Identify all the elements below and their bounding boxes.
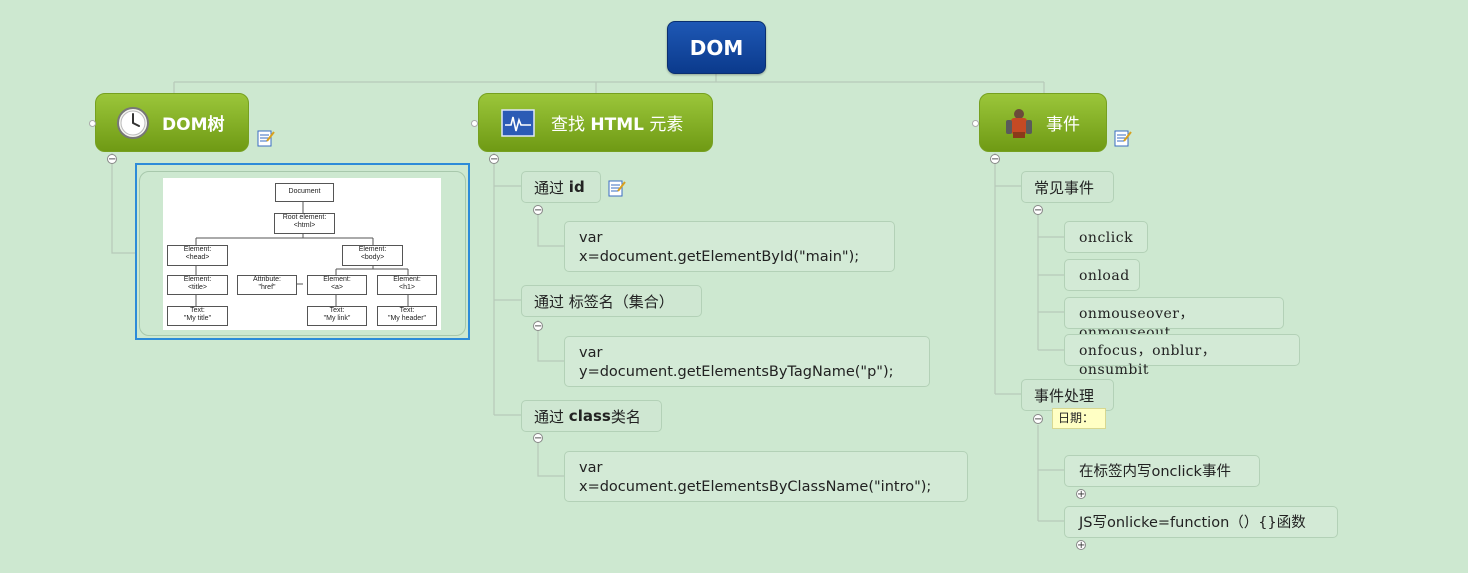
- branch-events[interactable]: 事件: [979, 93, 1107, 152]
- collapse-toggle[interactable]: −: [1033, 414, 1043, 425]
- collapse-toggle[interactable]: −: [533, 205, 543, 216]
- event-item[interactable]: onmouseover，onmouseout: [1064, 297, 1284, 341]
- branch-connector-dot: [972, 120, 979, 127]
- branch-connector-dot: [89, 120, 96, 127]
- dom-node-body: Element: <body>: [342, 245, 403, 266]
- branch-find-elements[interactable]: 查找 HTML 元素: [478, 93, 713, 152]
- dom-tree-image: Document Root element: <html> Element: <he…: [163, 178, 441, 330]
- collapse-toggle[interactable]: −: [1033, 205, 1043, 216]
- branch-connector-dot: [471, 120, 478, 127]
- dom-node-h1: Element: <h1>: [377, 275, 437, 295]
- event-item[interactable]: onfocus，onblur，onsumbit: [1064, 334, 1300, 378]
- dom-node-text-title: Text: "My title": [167, 306, 228, 326]
- branch-dom-tree-label: DOM树: [162, 115, 225, 135]
- note-icon[interactable]: [608, 179, 626, 197]
- dom-node-text-header: Text: "My header": [377, 306, 437, 326]
- date-note[interactable]: 日期：: [1052, 408, 1106, 429]
- branch-dom-tree[interactable]: DOM树: [95, 93, 249, 152]
- clock-icon: [116, 106, 150, 140]
- collapse-toggle[interactable]: −: [489, 154, 499, 165]
- dom-node-text-link: Text: "My link": [307, 306, 367, 326]
- code-get-by-id[interactable]: var x=document.getElementById("main");: [564, 221, 895, 272]
- dom-node-title: Element: <title>: [167, 275, 228, 295]
- find-by-class-name[interactable]: 通过 class 类名: [521, 400, 662, 432]
- root-node[interactable]: DOM: [667, 21, 766, 74]
- note-icon[interactable]: [257, 129, 275, 147]
- dom-node-head: Element: <head>: [167, 245, 228, 266]
- event-handling[interactable]: 事件处理: [1021, 379, 1114, 411]
- event-item[interactable]: onload: [1064, 259, 1140, 291]
- root-label: DOM: [689, 35, 744, 60]
- collapse-toggle[interactable]: −: [533, 321, 543, 332]
- branch-events-label: 事件: [1046, 115, 1080, 135]
- code-get-by-class-name[interactable]: var x=document.getElementsByClassName("in…: [564, 451, 968, 502]
- common-events[interactable]: 常见事件: [1021, 171, 1114, 203]
- meeting-chair-icon: [1002, 106, 1036, 140]
- handling-item-function[interactable]: JS写onlicke=function（）{}函数: [1064, 506, 1338, 538]
- event-item[interactable]: onclick: [1064, 221, 1148, 253]
- code-get-by-tag-name[interactable]: var y=document.getElementsByTagName("p");: [564, 336, 930, 387]
- expand-toggle[interactable]: +: [1076, 489, 1086, 500]
- collapse-toggle[interactable]: −: [990, 154, 1000, 165]
- find-by-id[interactable]: 通过 id: [521, 171, 601, 203]
- dom-node-attribute: Attribute: "href": [237, 275, 297, 295]
- branch-find-label: 查找 HTML 元素: [551, 115, 684, 135]
- dom-node-document: Document: [275, 183, 334, 202]
- handling-item-inline[interactable]: 在标签内写onclick事件: [1064, 455, 1260, 487]
- dom-node-root: Root element: <html>: [274, 213, 335, 234]
- collapse-toggle[interactable]: −: [107, 154, 117, 165]
- find-by-tag-name[interactable]: 通过 标签名（集合）: [521, 285, 702, 317]
- note-icon[interactable]: [1114, 129, 1132, 147]
- expand-toggle[interactable]: +: [1076, 540, 1086, 551]
- dom-node-a: Element: <a>: [307, 275, 367, 295]
- monitor-icon: [501, 106, 535, 140]
- collapse-toggle[interactable]: −: [533, 433, 543, 444]
